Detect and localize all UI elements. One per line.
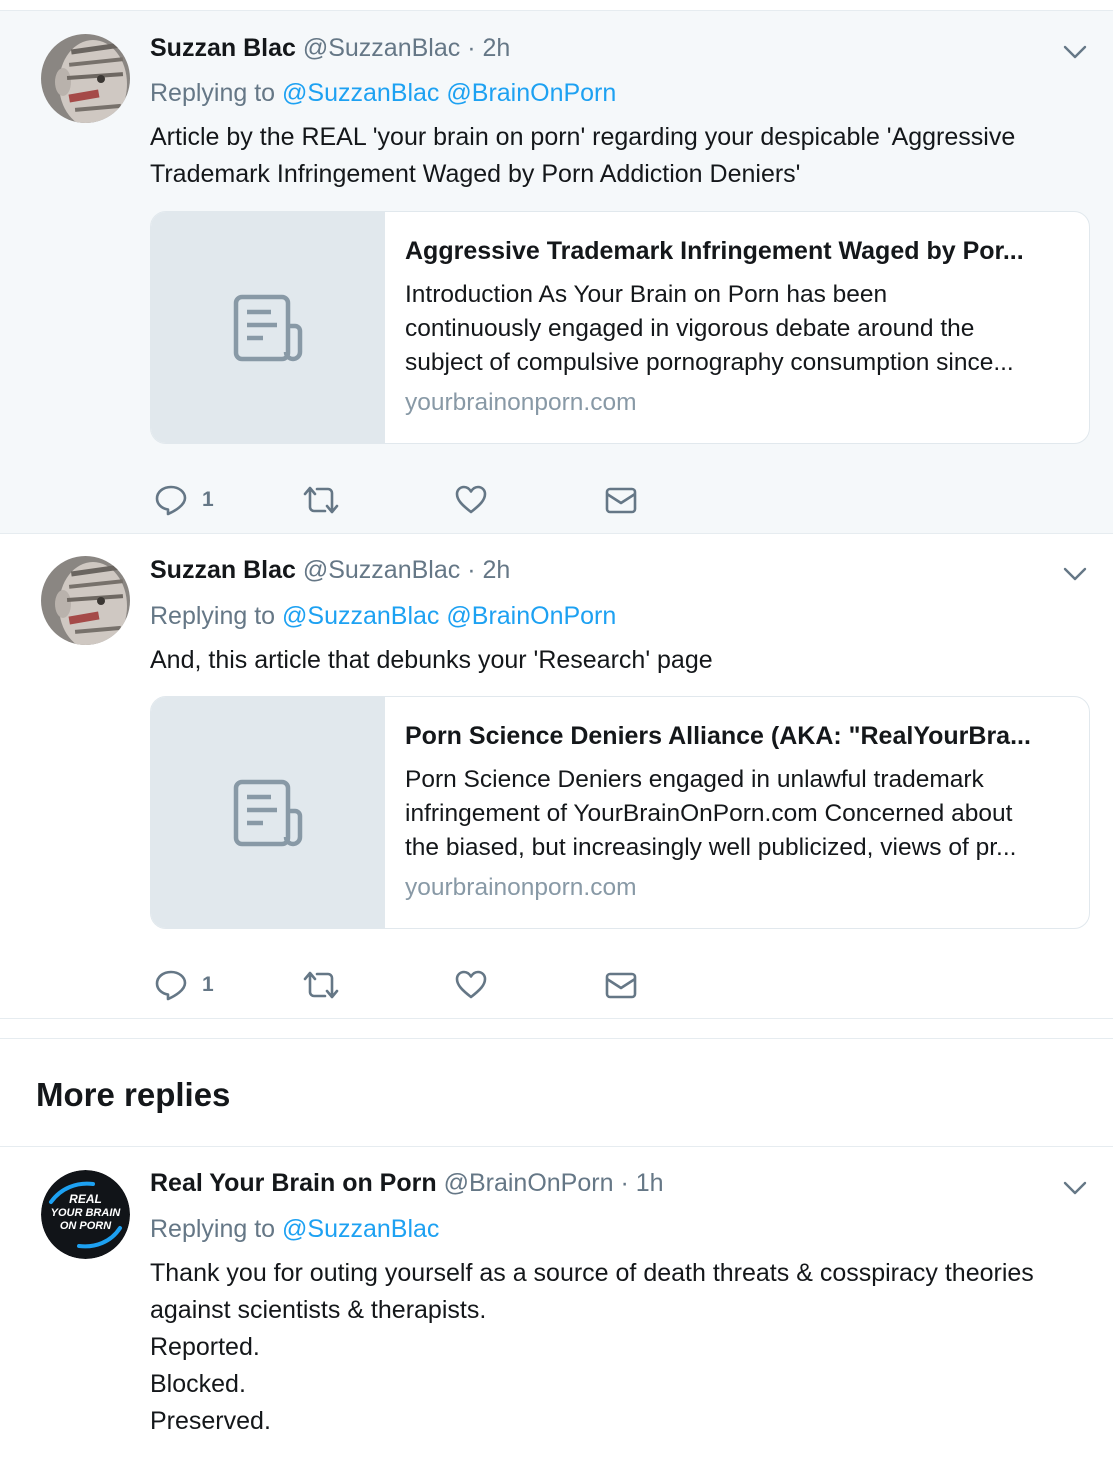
card-desc-line: infringement of YourBrainOnPorn.com Conc… <box>405 800 1013 827</box>
tweet-actions: 1 <box>150 965 670 1005</box>
card-description: Introduction As Your Brain on Porn has b… <box>405 278 1073 380</box>
divider <box>0 1038 1113 1039</box>
avatar-logo-text: ON PORN <box>60 1220 112 1232</box>
tweet-text: And, this article that debunks your 'Res… <box>150 642 1080 679</box>
author-handle[interactable]: @SuzzanBlac <box>303 34 460 62</box>
text-line: Reported. <box>150 1333 260 1361</box>
retweet-button[interactable] <box>302 965 340 1005</box>
like-button[interactable] <box>454 480 488 520</box>
chevron-down-icon[interactable] <box>1063 562 1087 586</box>
card-description: Porn Science Deniers engaged in unlawful… <box>405 763 1073 865</box>
retweet-icon <box>303 971 339 999</box>
separator-dot: · <box>467 556 476 584</box>
card-thumbnail <box>151 697 385 928</box>
timestamp[interactable]: 2h <box>482 556 510 584</box>
reply-count: 1 <box>202 488 214 511</box>
card-domain: yourbrainonporn.com <box>405 874 637 901</box>
card-text: Aggressive Trademark Infringement Waged … <box>405 236 1073 418</box>
chevron-down-icon[interactable] <box>1063 40 1087 64</box>
author-name[interactable]: Suzzan Blac <box>150 34 296 62</box>
tweet-3[interactable]: REAL YOUR BRAIN ON PORN Real Your Brain … <box>0 1147 1113 1464</box>
text-line: Blocked. <box>150 1370 246 1398</box>
avatar[interactable] <box>41 34 130 123</box>
text-line: Article by the REAL 'your brain on porn'… <box>150 123 1016 151</box>
document-icon <box>233 779 303 847</box>
mention-link[interactable]: @BrainOnPorn <box>446 79 616 107</box>
text-line: And, this article that debunks your 'Res… <box>150 646 713 674</box>
text-line: Trademark Infringement Waged by Porn Add… <box>150 160 801 188</box>
card-title[interactable]: Aggressive Trademark Infringement Waged … <box>405 236 1073 266</box>
card-thumbnail <box>151 212 385 443</box>
tweet-text: Thank you for outing yourself as a sourc… <box>150 1255 1080 1440</box>
mention-link[interactable]: @BrainOnPorn <box>446 602 616 630</box>
timestamp[interactable]: 2h <box>482 34 510 62</box>
replying-to: Replying to @SuzzanBlac <box>150 1214 439 1244</box>
envelope-icon <box>605 972 637 999</box>
replying-label: Replying to <box>150 602 276 630</box>
document-icon <box>233 294 303 362</box>
card-title[interactable]: Porn Science Deniers Alliance (AKA: "Rea… <box>405 721 1073 751</box>
dm-button[interactable] <box>604 480 638 520</box>
card-desc-line: Porn Science Deniers engaged in unlawful… <box>405 766 984 793</box>
card-desc-line: the biased, but increasingly well public… <box>405 834 1017 861</box>
text-line: against scientists & therapists. <box>150 1296 487 1324</box>
heart-icon <box>455 485 487 514</box>
retweet-button[interactable] <box>302 480 340 520</box>
avatar-logo-text: YOUR BRAIN <box>51 1207 122 1219</box>
tweet-header: Real Your Brain on Porn @BrainOnPorn · 1… <box>150 1168 664 1198</box>
reply-button[interactable]: 1 <box>154 480 214 520</box>
tweet-actions: 1 <box>150 480 670 520</box>
tweet-2[interactable]: Suzzan Blac @SuzzanBlac · 2h Replying to… <box>0 534 1113 1018</box>
author-handle[interactable]: @BrainOnPorn <box>444 1169 614 1197</box>
avatar-logo-text: REAL <box>69 1192 102 1206</box>
replying-to: Replying to @SuzzanBlac @BrainOnPorn <box>150 601 616 631</box>
heart-icon <box>455 970 487 999</box>
timestamp[interactable]: 1h <box>636 1169 664 1197</box>
reply-count: 1 <box>202 973 214 996</box>
dm-button[interactable] <box>604 965 638 1005</box>
card-desc-line: subject of compulsive pornography consum… <box>405 349 1014 376</box>
divider <box>0 1018 1113 1019</box>
replying-label: Replying to <box>150 1215 276 1243</box>
link-card[interactable]: Aggressive Trademark Infringement Waged … <box>150 211 1090 444</box>
card-text: Porn Science Deniers Alliance (AKA: "Rea… <box>405 721 1073 903</box>
envelope-icon <box>605 487 637 514</box>
separator-dot: · <box>620 1169 629 1197</box>
text-line: Preserved. <box>150 1407 271 1435</box>
avatar[interactable] <box>41 556 130 645</box>
text-line: Thank you for outing yourself as a sourc… <box>150 1259 1034 1287</box>
card-domain: yourbrainonporn.com <box>405 389 637 416</box>
like-button[interactable] <box>454 965 488 1005</box>
author-handle[interactable]: @SuzzanBlac <box>303 556 460 584</box>
retweet-icon <box>303 486 339 514</box>
tweet-text: Article by the REAL 'your brain on porn'… <box>150 119 1080 193</box>
mention-link[interactable]: @SuzzanBlac <box>282 1215 439 1243</box>
reply-icon <box>155 970 187 1001</box>
tweet-header: Suzzan Blac @SuzzanBlac · 2h <box>150 555 510 585</box>
avatar[interactable]: REAL YOUR BRAIN ON PORN <box>41 1170 130 1259</box>
mention-link[interactable]: @SuzzanBlac <box>282 79 439 107</box>
mention-link[interactable]: @SuzzanBlac <box>282 602 439 630</box>
card-desc-line: continuously engaged in vigorous debate … <box>405 315 975 342</box>
author-name[interactable]: Real Your Brain on Porn <box>150 1169 437 1197</box>
tweet-header: Suzzan Blac @SuzzanBlac · 2h <box>150 33 510 63</box>
more-replies-heading: More replies <box>36 1076 231 1113</box>
tweet-1[interactable]: Suzzan Blac @SuzzanBlac · 2h Replying to… <box>0 11 1113 533</box>
author-name[interactable]: Suzzan Blac <box>150 556 296 584</box>
reply-icon <box>155 485 187 516</box>
card-desc-line: Introduction As Your Brain on Porn has b… <box>405 281 888 308</box>
reply-button[interactable]: 1 <box>154 965 214 1005</box>
link-card[interactable]: Porn Science Deniers Alliance (AKA: "Rea… <box>150 696 1090 929</box>
separator-dot: · <box>467 34 476 62</box>
chevron-down-icon[interactable] <box>1063 1176 1087 1200</box>
replying-to: Replying to @SuzzanBlac @BrainOnPorn <box>150 78 616 108</box>
replying-label: Replying to <box>150 79 276 107</box>
